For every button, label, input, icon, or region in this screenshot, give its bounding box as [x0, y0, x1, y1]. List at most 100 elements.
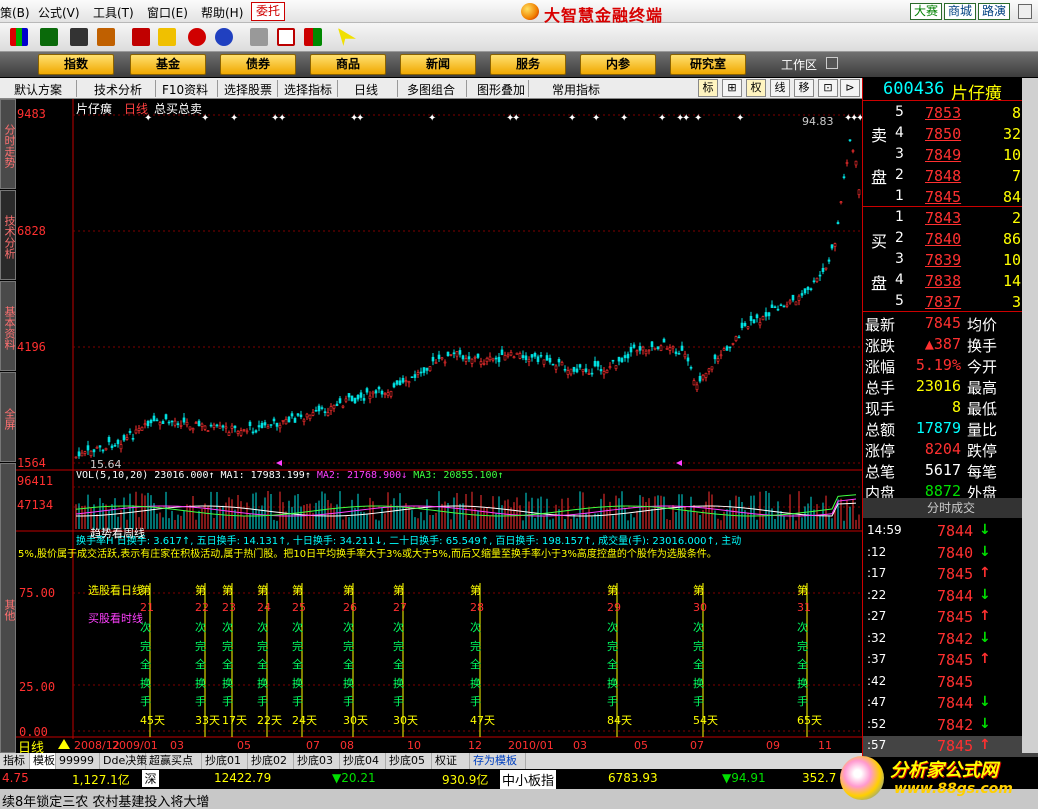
template-tab[interactable]: 存为模板	[470, 753, 526, 769]
trade-button[interactable]: 委托	[251, 2, 285, 21]
binoculars-icon[interactable]	[70, 28, 88, 46]
scheme-dropdown[interactable]: 默认方案	[14, 81, 62, 98]
kline-chart[interactable]: ✦ ✦ ✦ ✦✦ ✦✦ ✦ ✦✦ ✦ ✦ ✦ ✦ ✦✦ ✦ ✦ ✦✦✦	[16, 99, 862, 753]
multi-chart-dropdown[interactable]: 多图组合	[407, 81, 455, 98]
menu-strategy[interactable]: 策(B)	[0, 4, 30, 21]
menu-window[interactable]: 窗口(E)	[147, 4, 188, 21]
tab-technical[interactable]: 技术分析	[0, 190, 16, 280]
select-stock-button[interactable]: 选择股票	[224, 81, 272, 98]
buy-row[interactable]: 5 7837 3	[863, 291, 1038, 312]
tick-row[interactable]: :377845↑1	[863, 650, 1038, 671]
template-tab[interactable]: 抄底02	[248, 753, 294, 769]
alarm-icon[interactable]	[97, 28, 115, 46]
tool-line[interactable]: 线	[770, 79, 790, 97]
tick-row[interactable]: :17 7845 ↑	[863, 564, 1038, 585]
candle-body	[428, 366, 432, 372]
tick-row[interactable]: :12 7840 ↓	[863, 543, 1038, 564]
minimize-button[interactable]	[1018, 4, 1032, 19]
nav-fund[interactable]: 基金	[130, 54, 206, 75]
tick-row[interactable]: :52 7842 ↓	[863, 715, 1038, 736]
tool-mark[interactable]: 标	[698, 79, 718, 97]
template-tab[interactable]: 超赢买点	[146, 753, 202, 769]
tool-icon-3[interactable]	[188, 28, 206, 46]
sell-row[interactable]: 2 7848 7	[863, 165, 1038, 186]
sell-row[interactable]: 1 7845 84	[863, 186, 1038, 207]
tick-row[interactable]: :27 7845 ↑	[863, 607, 1038, 628]
menu-help[interactable]: 帮助(H)	[201, 4, 243, 21]
workspace-label[interactable]: 工作区	[781, 56, 817, 73]
layout-icon[interactable]	[277, 28, 295, 46]
tab-fundamental[interactable]: 基本资料	[0, 281, 16, 371]
tick-price: 7845	[937, 651, 974, 669]
market-icon[interactable]	[10, 28, 28, 46]
ticks-title[interactable]: 分时成交	[863, 498, 1038, 518]
nav-insider[interactable]: 内参	[580, 54, 656, 75]
select-indicator-button[interactable]: 选择指标	[284, 81, 332, 98]
tool-rights[interactable]: 权	[746, 79, 766, 97]
tick-row[interactable]: :42 7845	[863, 672, 1038, 693]
tab-fullscreen[interactable]: 全屏	[0, 372, 16, 462]
sell-row[interactable]: 4 7850 32	[863, 123, 1038, 144]
nav-news[interactable]: 新闻	[400, 54, 476, 75]
buy-row[interactable]: 2 7840 86	[863, 228, 1038, 249]
buy-row[interactable]: 4 7838 14	[863, 270, 1038, 291]
common-indicator-dropdown[interactable]: 常用指标	[552, 81, 600, 98]
sell-row[interactable]: 5 7853 8	[863, 102, 1038, 123]
buy-row[interactable]: 3 7839 10	[863, 249, 1038, 270]
tab-other[interactable]: 其他	[0, 463, 16, 753]
print-icon[interactable]	[250, 28, 268, 46]
template-tab[interactable]: 抄底01	[202, 753, 248, 769]
tool-grid[interactable]: ⊞	[722, 79, 742, 97]
template-tab[interactable]: 99999	[56, 753, 100, 769]
template-tab[interactable]: 模板	[30, 753, 56, 769]
tech-analysis-dropdown[interactable]: 技术分析	[94, 81, 142, 98]
workspace-menu-icon[interactable]	[826, 57, 838, 69]
nav-commodity[interactable]: 商品	[310, 54, 386, 75]
f10-button[interactable]: F10资料	[162, 81, 208, 98]
tool-window[interactable]: ⊡	[818, 79, 838, 97]
ticker-text[interactable]: 续8年锁定三农 农村基建投入将大增	[2, 791, 209, 809]
mall-button[interactable]: 商城	[944, 3, 976, 20]
roadshow-button[interactable]: 路演	[978, 3, 1010, 20]
candle-body	[773, 306, 777, 309]
tick-row[interactable]: :47 7844 ↓	[863, 693, 1038, 714]
scrollbar[interactable]	[1022, 78, 1038, 753]
help-cursor-icon[interactable]	[338, 28, 356, 46]
tick-row[interactable]: :22 7844 ↓	[863, 586, 1038, 607]
overlay-dropdown[interactable]: 图形叠加	[477, 81, 525, 98]
period-dropdown[interactable]: 日线	[354, 81, 378, 98]
candle-body	[542, 359, 546, 365]
sme-board-label[interactable]: 中小板指	[500, 770, 557, 789]
tool-move[interactable]: 移	[794, 79, 814, 97]
nav-index[interactable]: 指数	[38, 54, 114, 75]
shenzhen-label[interactable]: 深	[142, 770, 159, 787]
tick-row[interactable]: 14:59 7844 ↓	[863, 521, 1038, 542]
menu-formula[interactable]: 公式(V)	[38, 4, 80, 21]
tick-row[interactable]: :32 7842 ↓	[863, 629, 1038, 650]
tab-intraday[interactable]: 分时走势	[0, 99, 16, 189]
candle-body	[383, 393, 387, 395]
template-tab[interactable]: Dde决策	[100, 753, 147, 769]
template-tab[interactable]: 抄底04	[340, 753, 386, 769]
template-tab[interactable]: 权证	[432, 753, 470, 769]
sell-row[interactable]: 3 7849 10	[863, 144, 1038, 165]
template-tab[interactable]: 指标	[0, 753, 30, 769]
candle-body	[128, 430, 132, 433]
nav-service[interactable]: 服务	[490, 54, 566, 75]
turnover-days: 24天	[292, 714, 317, 727]
tick-price: 7845	[937, 737, 974, 755]
menu-tools[interactable]: 工具(T)	[93, 4, 134, 21]
grid-icon[interactable]	[40, 28, 58, 46]
template-tab[interactable]: 抄底05	[386, 753, 432, 769]
nav-research[interactable]: 研究室	[670, 54, 746, 75]
tool-icon-1[interactable]	[132, 28, 150, 46]
buy-row[interactable]: 1 7843 2	[863, 207, 1038, 228]
books-icon[interactable]	[304, 28, 322, 46]
tool-icon-4[interactable]	[215, 28, 233, 46]
nav-bond[interactable]: 债券	[220, 54, 296, 75]
tool-icon-2[interactable]	[158, 28, 176, 46]
tool-next[interactable]: ⊳	[840, 79, 860, 97]
turnover-column-text: 全	[607, 658, 618, 671]
template-tab[interactable]: 抄底03	[294, 753, 340, 769]
contest-button[interactable]: 大赛	[910, 3, 942, 20]
